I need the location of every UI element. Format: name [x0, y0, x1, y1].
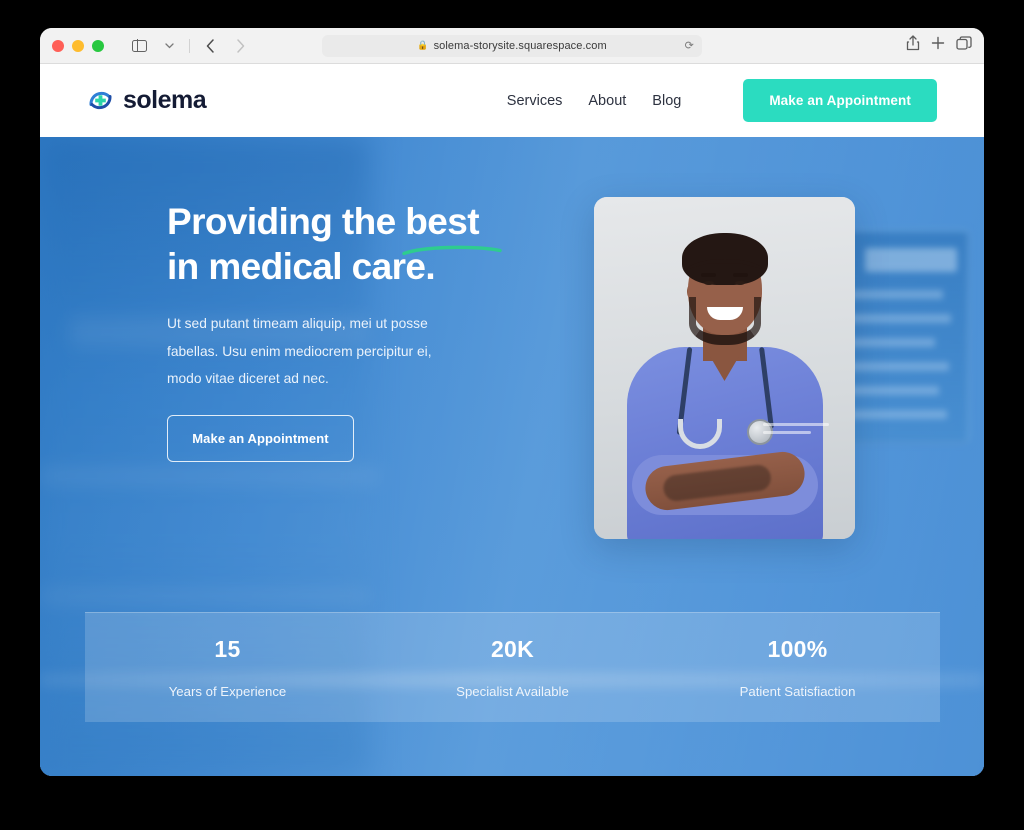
stat-value: 20K [490, 636, 535, 662]
forward-arrow-icon [236, 38, 244, 53]
site-header: solema Services About Blog Make an Appoi… [40, 64, 984, 137]
tab-overview-icon [956, 36, 972, 50]
sidebar-toggle-button[interactable] [126, 34, 152, 58]
window-controls [52, 39, 104, 52]
close-window-button[interactable] [52, 39, 64, 52]
hero-doctor-portrait [594, 197, 855, 539]
plus-icon [931, 36, 945, 50]
logo-text: solema [123, 86, 207, 114]
header-appointment-button[interactable]: Make an Appointment [743, 79, 937, 122]
portrait-brow-right [733, 273, 748, 277]
portrait-eye-right [735, 281, 745, 285]
back-arrow-icon [206, 38, 214, 53]
lock-icon: 🔒 [417, 40, 429, 50]
stat-value: 100% [767, 636, 828, 662]
navigation-controls [126, 34, 253, 58]
portrait-name-embroidery [763, 423, 829, 443]
main-nav: Services About Blog Make an Appointment [507, 79, 937, 122]
hero-headline: Providing the best in medical care. [167, 199, 502, 289]
url-text: solema-storysite.squarespace.com [433, 39, 607, 52]
toolbar-divider [189, 38, 190, 53]
sidebar-toggle-icon [131, 39, 147, 52]
toolbar-right-actions [906, 35, 972, 56]
portrait-beard [688, 297, 761, 345]
stat-item: 100% Patient Satisfiaction [655, 636, 940, 699]
portrait-brow-left [701, 273, 716, 277]
chevron-down-icon [164, 42, 174, 48]
medical-cross-circle-logo-icon [89, 91, 112, 110]
stat-label: Specialist Available [456, 684, 569, 699]
hero-headline-line1-prefix: Providing the [167, 201, 406, 242]
nav-item-blog[interactable]: Blog [652, 93, 681, 109]
nav-item-about[interactable]: About [588, 93, 626, 109]
nav-item-services[interactable]: Services [507, 93, 563, 109]
share-button[interactable] [906, 35, 920, 56]
hero-headline-highlight-wrap: best [402, 199, 502, 256]
browser-window: 🔒 solema-storysite.squarespace.com ⟳ sol… [40, 28, 984, 776]
forward-button[interactable] [227, 34, 253, 58]
address-bar[interactable]: 🔒 solema-storysite.squarespace.com ⟳ [322, 34, 702, 57]
hero-section: Providing the best in medical care. Ut s… [40, 137, 984, 776]
portrait-tattoo [661, 463, 772, 503]
hero-stats-bar: 15 Years of Experience 20K Specialist Av… [85, 612, 940, 722]
portrait-hair [681, 233, 768, 285]
minimize-window-button[interactable] [72, 39, 84, 52]
portrait-eye-left [704, 281, 714, 285]
stat-item: 15 Years of Experience [85, 636, 370, 699]
tab-overview-button[interactable] [956, 36, 972, 55]
hero-content: Providing the best in medical care. Ut s… [40, 137, 984, 776]
stat-label: Years of Experience [168, 684, 287, 699]
sidebar-dropdown-button[interactable] [156, 34, 182, 58]
stat-label: Patient Satisfiaction [739, 684, 856, 699]
site-logo[interactable]: solema [87, 86, 207, 115]
share-icon [906, 35, 920, 51]
stat-item: 20K Specialist Available [370, 636, 655, 699]
hero-paragraph: Ut sed putant timeam aliquip, mei ut pos… [167, 316, 432, 387]
hero-headline-highlight: best [405, 201, 479, 242]
reload-button[interactable]: ⟳ [685, 39, 694, 52]
hero-headline-line2: in medical care. [167, 246, 436, 288]
hero-appointment-button[interactable]: Make an Appointment [167, 415, 354, 462]
stat-value: 15 [214, 636, 241, 662]
maximize-window-button[interactable] [92, 39, 104, 52]
browser-toolbar: 🔒 solema-storysite.squarespace.com ⟳ [40, 28, 984, 64]
new-tab-button[interactable] [931, 36, 945, 55]
underline-swoosh-icon [402, 245, 502, 256]
back-button[interactable] [197, 34, 223, 58]
